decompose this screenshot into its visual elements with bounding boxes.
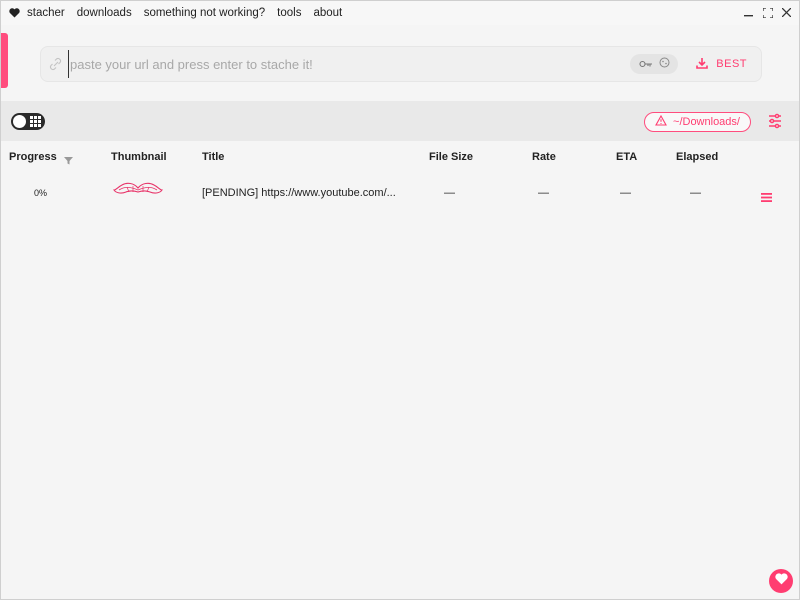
menu-bar: stacher downloads something not working?… [1, 1, 799, 25]
heart-icon [9, 7, 21, 19]
row-file-size: — [444, 187, 455, 199]
accent-bar [1, 33, 8, 88]
row-title: [PENDING] https://www.youtube.com/... [202, 187, 396, 199]
column-title[interactable]: Title [202, 151, 224, 163]
maximize-button[interactable] [761, 5, 774, 20]
window-controls [742, 5, 793, 20]
row-elapsed: — [690, 187, 701, 199]
filter-icon[interactable] [64, 152, 73, 165]
cookie-icon [659, 55, 670, 73]
url-bar: BEST [40, 46, 762, 82]
sliders-icon[interactable] [768, 113, 782, 129]
warning-icon [655, 114, 667, 129]
menu-item-about[interactable]: about [313, 7, 342, 19]
menu-item-tools[interactable]: tools [277, 7, 301, 19]
toggle-knob [13, 115, 26, 128]
url-input[interactable] [68, 50, 631, 78]
column-file-size[interactable]: File Size [429, 151, 473, 163]
view-mode-toggle[interactable] [11, 113, 45, 130]
hamburger-icon[interactable] [761, 189, 772, 202]
column-progress[interactable]: Progress [9, 151, 57, 163]
menu-item-downloads[interactable]: downloads [77, 7, 132, 19]
row-rate: — [538, 187, 549, 199]
table-row[interactable]: 0% [PENDING] https://www.youtube.com/...… [1, 177, 799, 209]
minimize-button[interactable] [742, 5, 755, 20]
quality-label: BEST [716, 58, 747, 70]
grid-icon [30, 116, 41, 127]
row-progress: 0% [34, 188, 48, 198]
quality-button[interactable]: BEST [696, 57, 747, 72]
close-button[interactable] [780, 5, 793, 20]
download-folder-path: ~/Downloads/ [673, 116, 740, 128]
download-icon [696, 57, 709, 72]
menu-item-something-not-working[interactable]: something not working? [144, 7, 265, 19]
link-icon [49, 57, 63, 71]
column-thumbnail[interactable]: Thumbnail [111, 151, 167, 163]
menu-item-stacher[interactable]: stacher [27, 7, 65, 19]
mustache-icon [112, 182, 164, 201]
auth-toggle[interactable] [630, 54, 679, 74]
donate-button[interactable] [769, 569, 793, 593]
column-rate[interactable]: Rate [532, 151, 556, 163]
download-folder-button[interactable]: ~/Downloads/ [644, 112, 751, 132]
column-eta[interactable]: ETA [616, 151, 637, 163]
row-eta: — [620, 187, 631, 199]
app-window: stacher downloads something not working?… [0, 0, 800, 600]
column-elapsed[interactable]: Elapsed [676, 151, 718, 163]
heart-icon [774, 572, 788, 590]
table-header: Progress Thumbnail Title File Size Rate … [1, 141, 799, 173]
key-icon [639, 55, 653, 73]
